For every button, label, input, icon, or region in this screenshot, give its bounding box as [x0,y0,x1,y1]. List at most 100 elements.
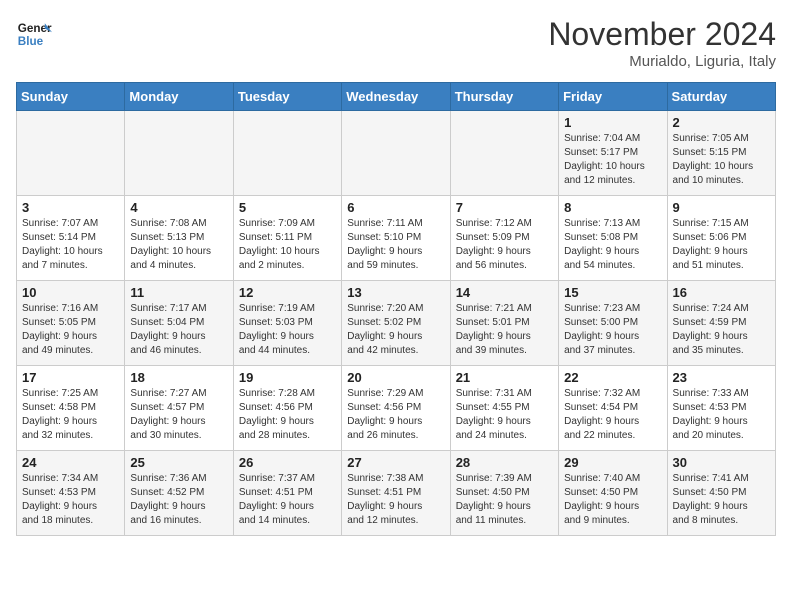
calendar-cell: 24 Sunrise: 7:34 AM Sunset: 4:53 PM Dayli… [17,451,125,536]
calendar-cell: 21Sunrise: 7:31 AM Sunset: 4:55 PM Dayli… [450,366,558,451]
day-info: Sunrise: 7:27 AM Sunset: 4:57 PM Dayligh… [130,387,227,443]
day-number: 29 [564,455,661,470]
day-info: Sunrise: 7:13 AM Sunset: 5:08 PM Dayligh… [564,217,661,273]
day-info: Sunrise: 7:29 AM Sunset: 4:56 PM Dayligh… [347,387,444,443]
calendar-cell: 13 Sunrise: 7:20 AM Sunset: 5:02 PM Dayli… [342,281,450,366]
day-number: 11 [130,285,227,300]
calendar-cell [17,111,125,196]
weekday-header-sunday: Sunday [17,83,125,111]
weekday-header-saturday: Saturday [667,83,775,111]
day-info: Sunrise: 7:38 AM Sunset: 4:51 PM Dayligh… [347,472,444,528]
weekday-header-thursday: Thursday [450,83,558,111]
day-number: 17 [22,370,119,385]
calendar-cell: 5Sunrise: 7:09 AM Sunset: 5:11 PM Daylig… [233,196,341,281]
calendar-cell [342,111,450,196]
day-info: Sunrise: 7:23 AM Sunset: 5:00 PM Dayligh… [564,302,661,358]
month-title: November 2024 [548,16,776,53]
day-info: Sunrise: 7:37 AM Sunset: 4:51 PM Dayligh… [239,472,336,528]
day-number: 6 [347,200,444,215]
calendar-cell: 9Sunrise: 7:15 AM Sunset: 5:06 PM Daylig… [667,196,775,281]
day-info: Sunrise: 7:07 AM Sunset: 5:14 PM Dayligh… [22,217,119,273]
day-number: 26 [239,455,336,470]
calendar-cell: 30 Sunrise: 7:41 AM Sunset: 4:50 PM Dayli… [667,451,775,536]
day-info: Sunrise: 7:28 AM Sunset: 4:56 PM Dayligh… [239,387,336,443]
logo-icon: General Blue [16,16,52,52]
calendar-cell: 20 Sunrise: 7:29 AM Sunset: 4:56 PM Dayli… [342,366,450,451]
day-number: 28 [456,455,553,470]
day-info: Sunrise: 7:04 AM Sunset: 5:17 PM Dayligh… [564,132,661,188]
location: Murialdo, Liguria, Italy [548,53,776,70]
calendar-cell: 7Sunrise: 7:12 AM Sunset: 5:09 PM Daylig… [450,196,558,281]
calendar-cell: 8 Sunrise: 7:13 AM Sunset: 5:08 PM Daylig… [559,196,667,281]
day-info: Sunrise: 7:41 AM Sunset: 4:50 PM Dayligh… [673,472,770,528]
calendar-cell: 27 Sunrise: 7:38 AM Sunset: 4:51 PM Dayli… [342,451,450,536]
day-info: Sunrise: 7:17 AM Sunset: 5:04 PM Dayligh… [130,302,227,358]
calendar-cell: 28 Sunrise: 7:39 AM Sunset: 4:50 PM Dayli… [450,451,558,536]
day-number: 12 [239,285,336,300]
weekday-header-wednesday: Wednesday [342,83,450,111]
day-number: 3 [22,200,119,215]
day-number: 22 [564,370,661,385]
logo: General Blue [16,16,52,52]
day-number: 10 [22,285,119,300]
day-info: Sunrise: 7:16 AM Sunset: 5:05 PM Dayligh… [22,302,119,358]
day-number: 30 [673,455,770,470]
calendar-cell: 26 Sunrise: 7:37 AM Sunset: 4:51 PM Dayli… [233,451,341,536]
day-number: 5 [239,200,336,215]
calendar-cell: 14 Sunrise: 7:21 AM Sunset: 5:01 PM Dayli… [450,281,558,366]
calendar-cell: 2 Sunrise: 7:05 AM Sunset: 5:15 PM Daylig… [667,111,775,196]
day-number: 2 [673,115,770,130]
calendar-cell: 11 Sunrise: 7:17 AM Sunset: 5:04 PM Dayli… [125,281,233,366]
calendar-cell: 23 Sunrise: 7:33 AM Sunset: 4:53 PM Dayli… [667,366,775,451]
day-number: 4 [130,200,227,215]
calendar-cell [125,111,233,196]
day-info: Sunrise: 7:15 AM Sunset: 5:06 PM Dayligh… [673,217,770,273]
calendar-cell: 17 Sunrise: 7:25 AM Sunset: 4:58 PM Dayli… [17,366,125,451]
calendar-cell: 25 Sunrise: 7:36 AM Sunset: 4:52 PM Dayli… [125,451,233,536]
calendar-cell: 1 Sunrise: 7:04 AM Sunset: 5:17 PM Daylig… [559,111,667,196]
calendar-cell [233,111,341,196]
day-number: 25 [130,455,227,470]
day-number: 13 [347,285,444,300]
weekday-header-monday: Monday [125,83,233,111]
title-block: November 2024 Murialdo, Liguria, Italy [548,16,776,70]
day-info: Sunrise: 7:25 AM Sunset: 4:58 PM Dayligh… [22,387,119,443]
day-info: Sunrise: 7:21 AM Sunset: 5:01 PM Dayligh… [456,302,553,358]
day-number: 23 [673,370,770,385]
weekday-header-tuesday: Tuesday [233,83,341,111]
day-number: 15 [564,285,661,300]
day-number: 19 [239,370,336,385]
page-header: General Blue November 2024 Murialdo, Lig… [16,16,776,70]
calendar-cell: 4 Sunrise: 7:08 AM Sunset: 5:13 PM Daylig… [125,196,233,281]
day-number: 27 [347,455,444,470]
day-info: Sunrise: 7:32 AM Sunset: 4:54 PM Dayligh… [564,387,661,443]
calendar-table: SundayMondayTuesdayWednesdayThursdayFrid… [16,82,776,536]
day-number: 14 [456,285,553,300]
day-number: 24 [22,455,119,470]
calendar-cell: 6 Sunrise: 7:11 AM Sunset: 5:10 PM Daylig… [342,196,450,281]
day-info: Sunrise: 7:24 AM Sunset: 4:59 PM Dayligh… [673,302,770,358]
day-info: Sunrise: 7:20 AM Sunset: 5:02 PM Dayligh… [347,302,444,358]
calendar-cell: 12Sunrise: 7:19 AM Sunset: 5:03 PM Dayli… [233,281,341,366]
calendar-cell: 15 Sunrise: 7:23 AM Sunset: 5:00 PM Dayli… [559,281,667,366]
calendar-cell: 10 Sunrise: 7:16 AM Sunset: 5:05 PM Dayli… [17,281,125,366]
calendar-cell: 18Sunrise: 7:27 AM Sunset: 4:57 PM Dayli… [125,366,233,451]
day-number: 8 [564,200,661,215]
day-info: Sunrise: 7:08 AM Sunset: 5:13 PM Dayligh… [130,217,227,273]
calendar-cell [450,111,558,196]
calendar-cell: 19 Sunrise: 7:28 AM Sunset: 4:56 PM Dayli… [233,366,341,451]
day-number: 1 [564,115,661,130]
day-info: Sunrise: 7:33 AM Sunset: 4:53 PM Dayligh… [673,387,770,443]
day-info: Sunrise: 7:36 AM Sunset: 4:52 PM Dayligh… [130,472,227,528]
day-number: 16 [673,285,770,300]
day-info: Sunrise: 7:39 AM Sunset: 4:50 PM Dayligh… [456,472,553,528]
day-info: Sunrise: 7:12 AM Sunset: 5:09 PM Dayligh… [456,217,553,273]
day-number: 20 [347,370,444,385]
day-info: Sunrise: 7:05 AM Sunset: 5:15 PM Dayligh… [673,132,770,188]
calendar-cell: 22 Sunrise: 7:32 AM Sunset: 4:54 PM Dayli… [559,366,667,451]
day-info: Sunrise: 7:40 AM Sunset: 4:50 PM Dayligh… [564,472,661,528]
day-info: Sunrise: 7:11 AM Sunset: 5:10 PM Dayligh… [347,217,444,273]
day-info: Sunrise: 7:34 AM Sunset: 4:53 PM Dayligh… [22,472,119,528]
day-number: 21 [456,370,553,385]
weekday-header-friday: Friday [559,83,667,111]
